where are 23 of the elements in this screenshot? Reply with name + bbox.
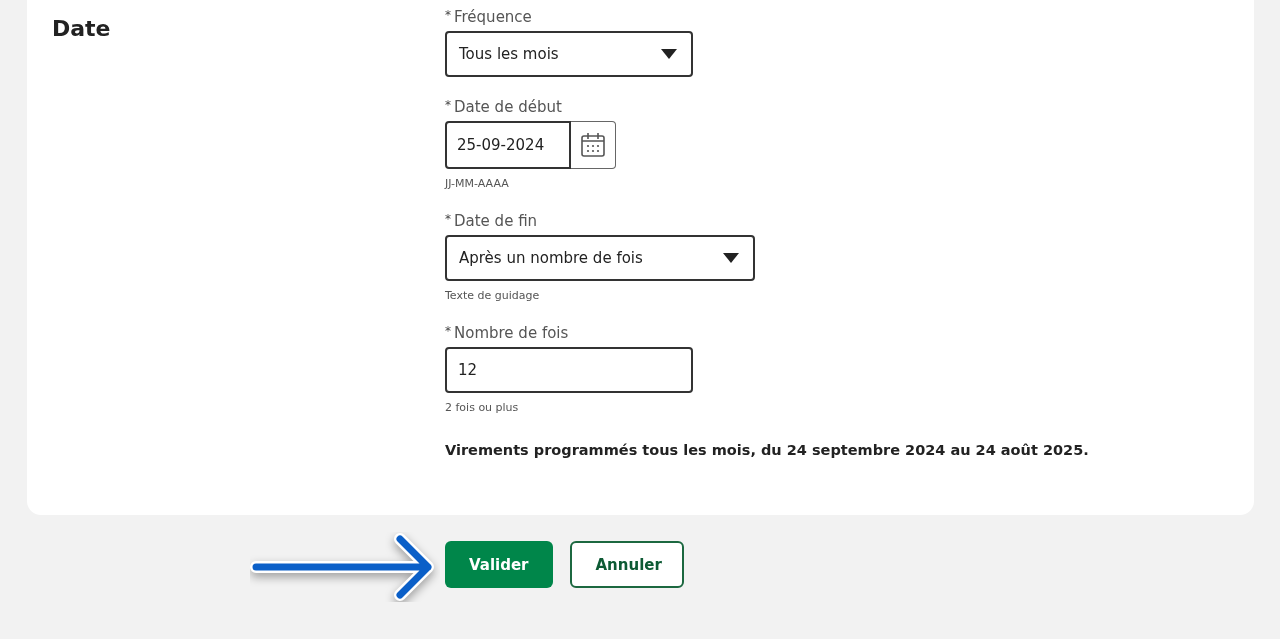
required-asterisk: * xyxy=(445,98,451,112)
hint-text: Texte de guidage xyxy=(445,289,540,302)
caret-icon xyxy=(661,49,677,59)
required-asterisk: * xyxy=(445,324,451,338)
dropdown[interactable]: Tous les mois xyxy=(445,31,693,77)
date-field[interactable]: 25-09-2024 xyxy=(445,121,571,169)
calendar-icon xyxy=(580,132,606,158)
field-label: Nombre de fois xyxy=(454,324,569,342)
hint-text: JJ-MM-AAAA xyxy=(445,177,509,190)
required-asterisk: * xyxy=(445,8,451,22)
field-label: Date de fin xyxy=(454,212,538,230)
input-field[interactable]: 12 xyxy=(445,347,693,393)
summary-text: Virements programmés tous les mois, du 24 septembre 2024 au 24 août 2025. xyxy=(445,442,1089,458)
cancel-button[interactable]: Annuler xyxy=(569,541,684,588)
field-label: Date de début xyxy=(454,98,562,116)
required-asterisk: * xyxy=(445,212,451,226)
hint-text: 2 fois ou plus xyxy=(445,401,519,414)
section-title: Date xyxy=(52,16,111,41)
field-label: Fréquence xyxy=(454,8,532,26)
submit-button[interactable]: Valider xyxy=(445,541,553,588)
calendar-button[interactable] xyxy=(571,121,616,169)
caret-icon xyxy=(722,253,739,263)
dropdown[interactable]: Après un nombre de fois xyxy=(445,235,755,281)
